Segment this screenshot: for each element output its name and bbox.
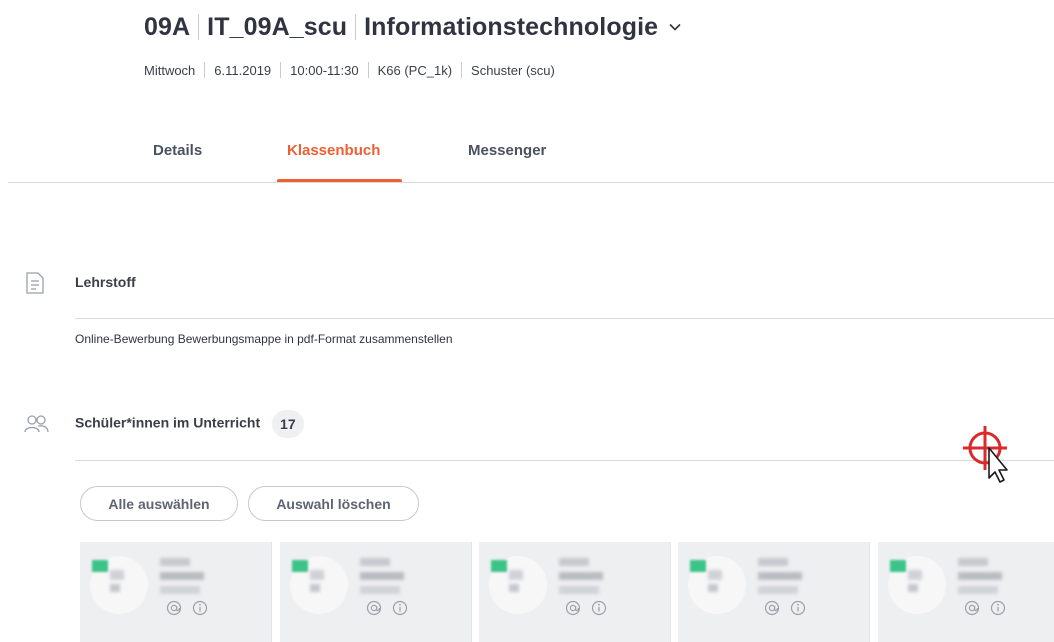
student-count-badge: 17: [272, 410, 304, 438]
crosshair-cursor-icon: [963, 426, 1008, 483]
students-heading: Schüler*innen im Unterricht 17: [75, 410, 304, 438]
student-card[interactable]: [678, 542, 870, 642]
people-icon: [24, 414, 49, 436]
at-icon[interactable]: [764, 600, 780, 616]
meta-teacher: Schuster (scu): [471, 62, 555, 78]
info-icon[interactable]: [591, 600, 607, 616]
student-name-blurred: [360, 558, 390, 566]
clear-selection-button[interactable]: Auswahl löschen: [248, 486, 419, 521]
lesson-meta: Mittwoch 6.11.2019 10:00-11:30 K66 (PC_1…: [144, 62, 555, 78]
students-heading-label: Schüler*innen im Unterricht: [75, 414, 261, 431]
presence-indicator: [491, 560, 507, 572]
title-divider: [355, 14, 357, 40]
info-icon[interactable]: [790, 600, 806, 616]
section-divider: [75, 460, 1054, 461]
avatar-blur: [708, 570, 722, 580]
student-name-blurred: [758, 586, 798, 594]
info-icon[interactable]: [990, 600, 1006, 616]
student-name-blurred: [559, 558, 589, 566]
tab-bar: Details Klassenbuch Messenger: [0, 128, 1054, 183]
at-icon[interactable]: [366, 600, 382, 616]
at-icon[interactable]: [964, 600, 980, 616]
student-name-blurred: [360, 586, 400, 594]
avatar-blur: [110, 584, 120, 592]
info-icon[interactable]: [392, 600, 408, 616]
subject-dropdown[interactable]: Informationstechnologie: [364, 13, 658, 42]
class-code: 09A: [144, 12, 191, 41]
meta-time: 10:00-11:30: [290, 62, 359, 78]
avatar-blur: [908, 570, 922, 580]
avatar-blur: [908, 584, 918, 592]
tab-messenger[interactable]: Messenger: [468, 142, 546, 159]
presence-indicator: [690, 560, 706, 572]
course-code: IT_09A_scu: [207, 12, 348, 41]
student-card[interactable]: [479, 542, 671, 642]
presence-indicator: [890, 560, 906, 572]
lehrstoff-text: Online-Bewerbung Bewerbungsmappe in pdf-…: [75, 332, 453, 346]
avatar-blur: [509, 570, 523, 580]
page-title: 09A IT_09A_scu Informationstechnologie: [144, 10, 682, 44]
title-divider: [198, 14, 200, 40]
student-name-blurred: [160, 558, 190, 566]
student-name-blurred: [958, 558, 988, 566]
student-name-blurred: [559, 572, 603, 580]
meta-divider: [461, 62, 463, 78]
avatar-blur: [509, 584, 519, 592]
meta-divider: [280, 62, 282, 78]
presence-indicator: [292, 560, 308, 572]
document-icon: [24, 271, 46, 294]
tab-details[interactable]: Details: [153, 142, 202, 159]
tab-divider: [8, 182, 1054, 183]
student-name-blurred: [160, 586, 200, 594]
info-icon[interactable]: [192, 600, 208, 616]
at-icon[interactable]: [565, 600, 581, 616]
meta-divider: [367, 62, 369, 78]
section-divider: [75, 318, 1054, 319]
meta-date: 6.11.2019: [214, 62, 272, 78]
student-name-blurred: [559, 586, 599, 594]
student-card[interactable]: [280, 542, 472, 642]
tab-klassenbuch[interactable]: Klassenbuch: [287, 142, 380, 159]
student-name-blurred: [958, 572, 1002, 580]
at-icon[interactable]: [166, 600, 182, 616]
meta-weekday: Mittwoch: [144, 62, 196, 78]
lehrstoff-heading: Lehrstoff: [75, 274, 136, 290]
meta-divider: [204, 62, 206, 78]
presence-indicator: [92, 560, 108, 572]
student-name-blurred: [758, 572, 802, 580]
student-card-list: [80, 542, 1054, 642]
chevron-down-icon[interactable]: [668, 20, 682, 34]
avatar-blur: [310, 584, 320, 592]
avatar-blur: [310, 570, 324, 580]
select-all-button[interactable]: Alle auswählen: [80, 486, 238, 521]
avatar-blur: [708, 584, 718, 592]
student-name-blurred: [758, 558, 788, 566]
avatar-blur: [110, 570, 124, 580]
student-name-blurred: [360, 572, 404, 580]
student-card[interactable]: [878, 542, 1054, 642]
meta-room: K66 (PC_1k): [377, 62, 453, 78]
student-card[interactable]: [80, 542, 272, 642]
student-name-blurred: [160, 572, 204, 580]
student-name-blurred: [958, 586, 998, 594]
